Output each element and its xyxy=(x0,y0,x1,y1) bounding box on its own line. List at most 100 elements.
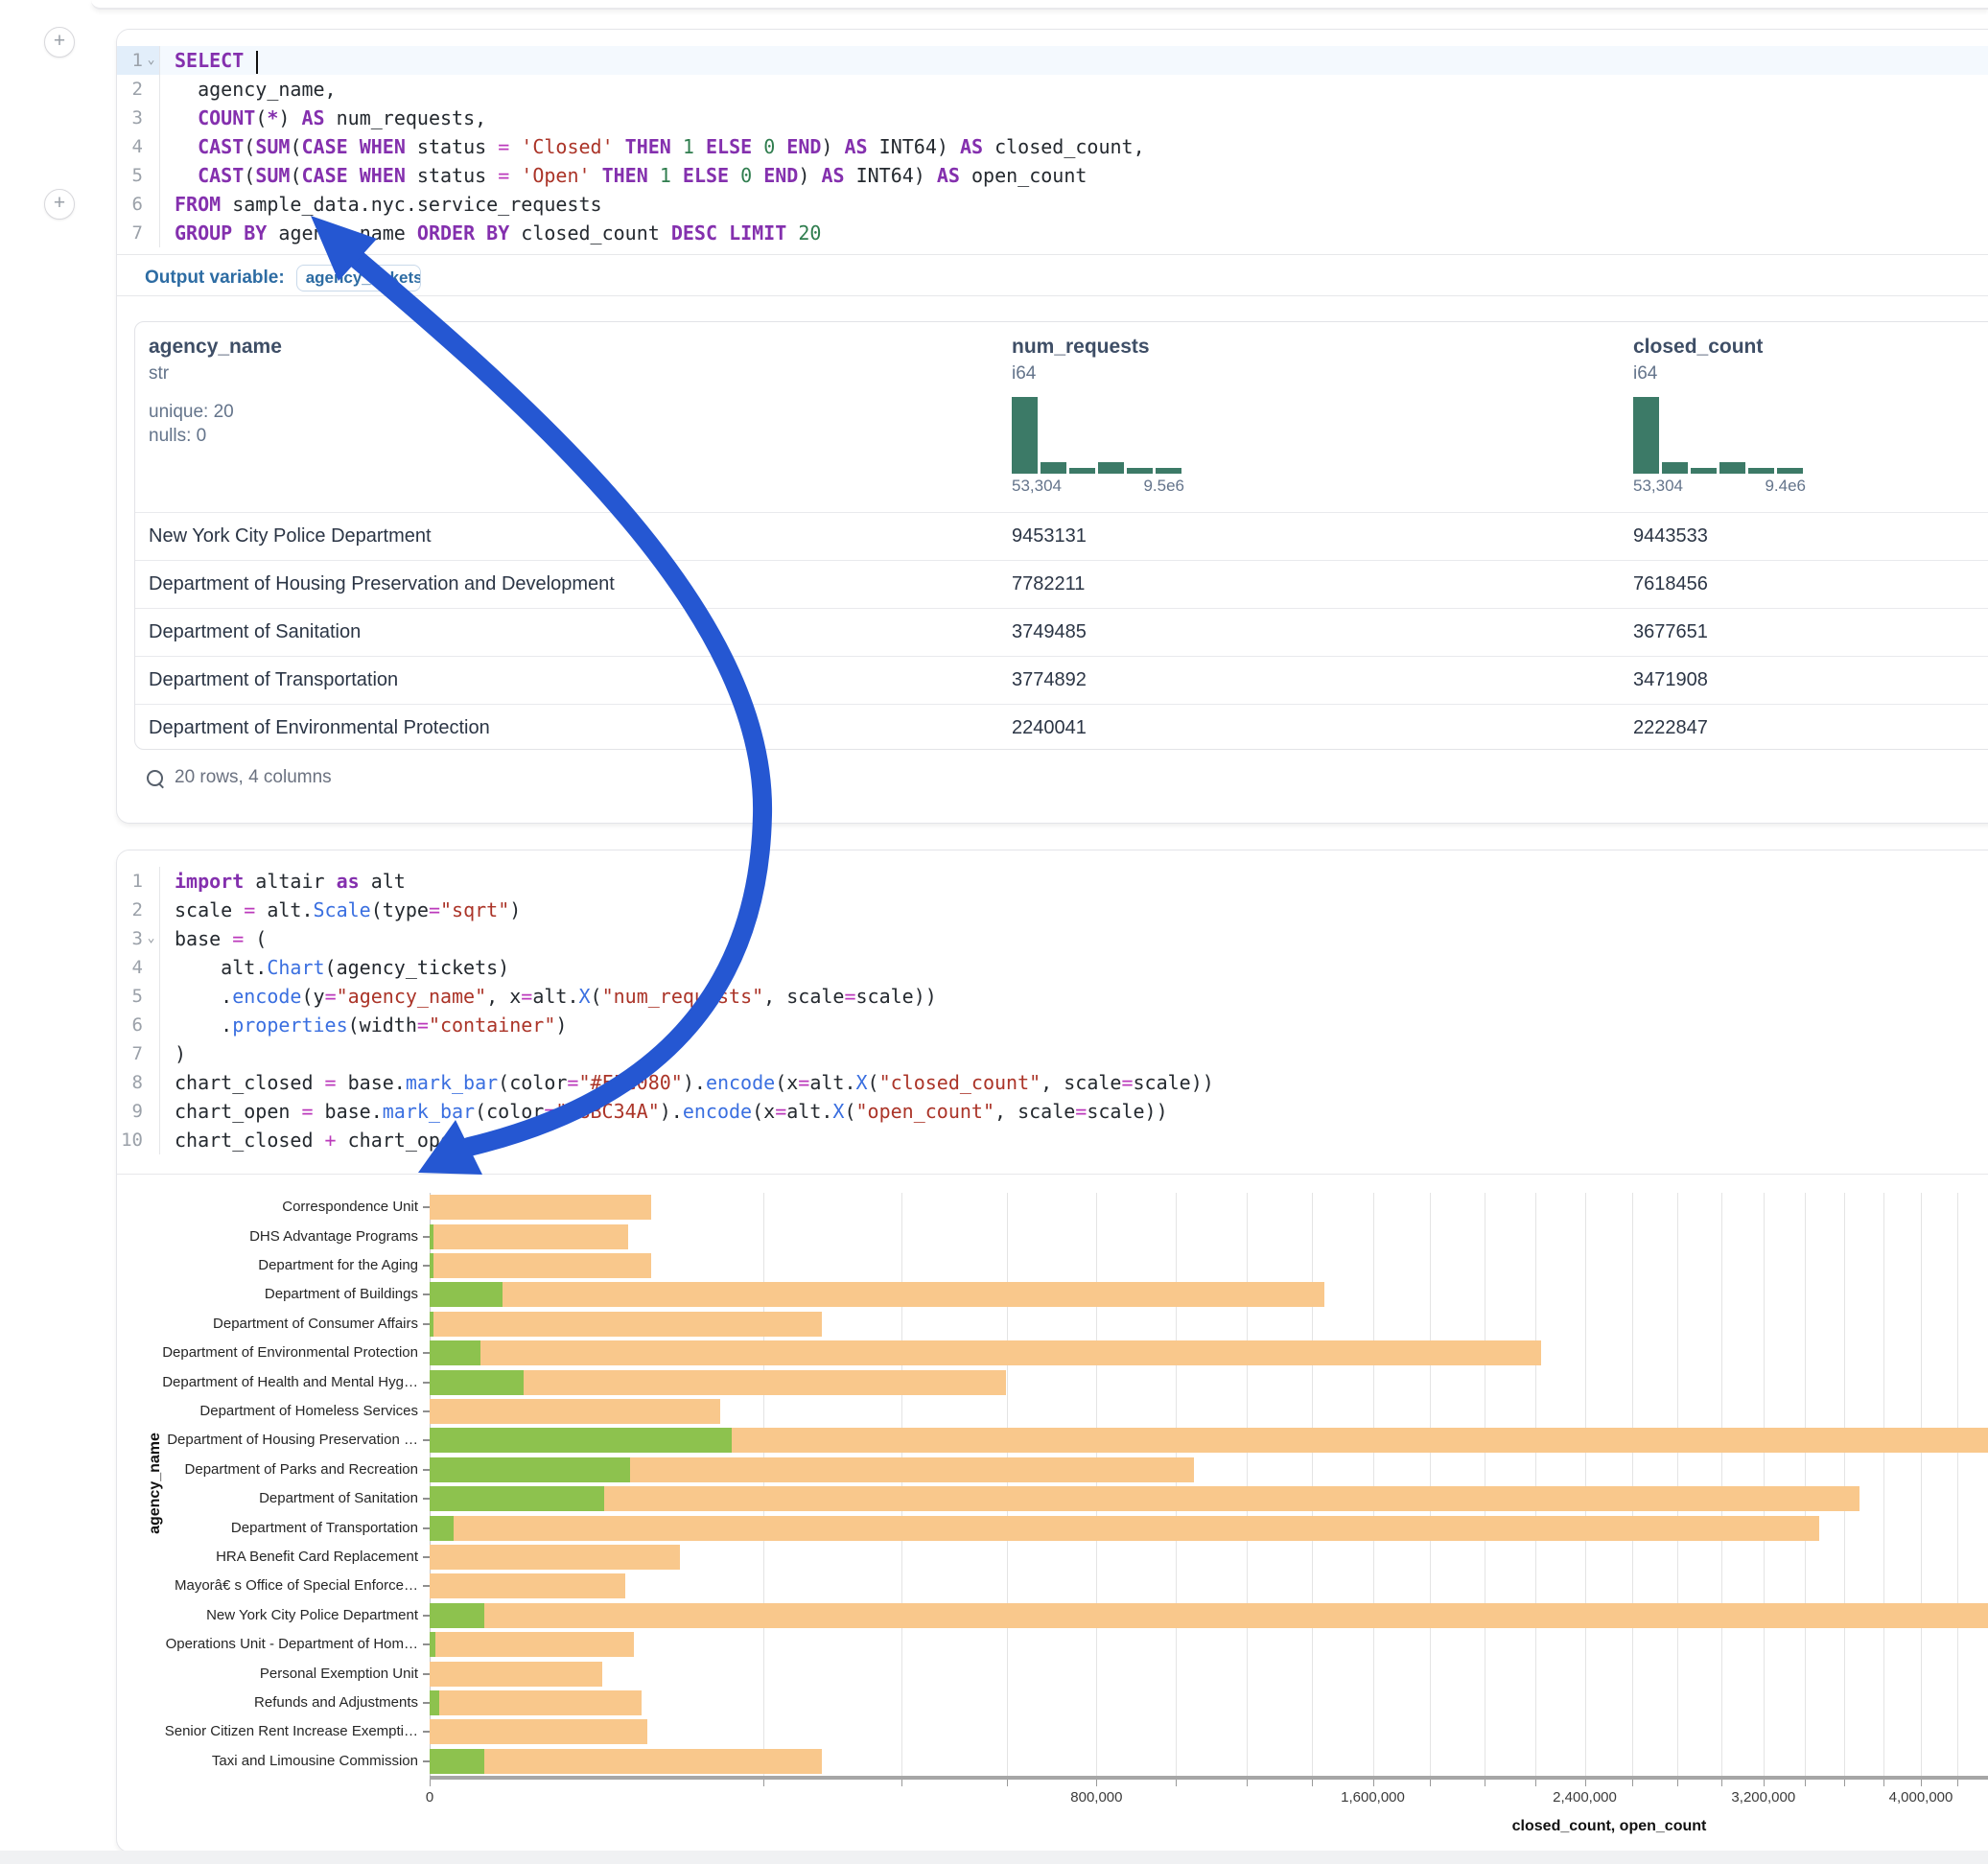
code-token: closed_count xyxy=(509,221,671,245)
bar-open[interactable] xyxy=(430,1603,484,1628)
bar-closed[interactable] xyxy=(430,1253,651,1278)
table-row[interactable]: Department of Housing Preservation and D… xyxy=(135,560,1988,608)
column-histogram xyxy=(1012,397,1184,474)
bar-open[interactable] xyxy=(430,1428,732,1453)
code-text: agency_name, xyxy=(160,75,337,104)
table-row[interactable]: Department of Environmental Protection22… xyxy=(135,704,1988,750)
code-line[interactable]: 5 CAST(SUM(CASE WHEN status = 'Open' THE… xyxy=(117,161,1988,190)
gridline xyxy=(1096,1193,1097,1776)
bar-closed[interactable] xyxy=(430,1340,1541,1365)
bar-open[interactable] xyxy=(430,1312,433,1337)
column-header-closed_count[interactable]: closed_counti6453,3049.4e6 xyxy=(1620,322,1988,512)
histogram-bar xyxy=(1069,468,1095,474)
sql-code-editor[interactable]: 1⌄SELECT 2 agency_name,3 COUNT(*) AS num… xyxy=(117,46,1988,247)
bar-closed[interactable] xyxy=(430,1486,1859,1511)
bar-open[interactable] xyxy=(430,1457,630,1482)
code-token: ( xyxy=(290,164,301,187)
add-cell-button[interactable]: + xyxy=(44,27,75,58)
table-row[interactable]: Department of Sanitation37494853677651 xyxy=(135,608,1988,656)
code-token: "#FFC080" xyxy=(578,1071,682,1094)
column-header-agency_name[interactable]: agency_namestrunique: 20nulls: 0 xyxy=(135,322,998,512)
table-row[interactable]: Department of Transportation377489234719… xyxy=(135,656,1988,704)
bar-closed[interactable] xyxy=(430,1603,1988,1628)
bar-closed[interactable] xyxy=(430,1224,628,1249)
code-token xyxy=(175,135,198,158)
code-token: BY xyxy=(486,221,509,245)
table-row[interactable]: New York City Police Department945313194… xyxy=(135,512,1988,560)
result-table: agency_namestrunique: 20nulls: 0num_requ… xyxy=(134,321,1988,750)
bar-open[interactable] xyxy=(430,1370,524,1395)
add-cell-button[interactable]: + xyxy=(44,189,75,220)
bar-closed[interactable] xyxy=(430,1632,634,1657)
x-axis-tick xyxy=(1096,1780,1097,1786)
fold-chevron-icon[interactable]: ⌄ xyxy=(143,924,159,953)
code-token: SUM xyxy=(255,164,290,187)
output-variable-pill[interactable]: agency_tickets xyxy=(296,265,421,291)
code-line[interactable]: 4 alt.Chart(agency_tickets) xyxy=(117,953,1988,982)
bar-closed[interactable] xyxy=(430,1312,822,1337)
code-token: scale xyxy=(175,898,244,921)
code-line[interactable]: 5 .encode(y="agency_name", x=alt.X("num_… xyxy=(117,982,1988,1011)
bar-closed[interactable] xyxy=(430,1719,647,1744)
bar-closed[interactable] xyxy=(430,1516,1819,1541)
code-token: agency_name xyxy=(267,221,417,245)
bar-closed[interactable] xyxy=(430,1545,680,1570)
code-token xyxy=(648,164,660,187)
y-axis-label: Department of Buildings xyxy=(117,1286,418,1303)
code-token xyxy=(694,135,706,158)
code-line[interactable]: 3⌄base = ( xyxy=(117,924,1988,953)
y-axis-tick xyxy=(423,1643,430,1645)
bar-closed[interactable] xyxy=(430,1573,625,1598)
bar-open[interactable] xyxy=(430,1632,435,1657)
code-line[interactable]: 1⌄SELECT xyxy=(117,46,1988,75)
code-token: (y xyxy=(301,985,324,1008)
gridline xyxy=(1632,1193,1633,1776)
search-icon[interactable] xyxy=(147,770,163,786)
bar-closed[interactable] xyxy=(430,1662,602,1687)
bar-open[interactable] xyxy=(430,1340,480,1365)
bar-open[interactable] xyxy=(430,1224,433,1249)
code-line[interactable]: 7) xyxy=(117,1039,1988,1068)
code-line[interactable]: 7GROUP BY agency_name ORDER BY closed_co… xyxy=(117,219,1988,247)
table-cell: 9453131 xyxy=(998,525,1620,548)
code-line[interactable]: 4 CAST(SUM(CASE WHEN status = 'Closed' T… xyxy=(117,132,1988,161)
y-axis-label: Department of Environmental Protection xyxy=(117,1344,418,1362)
x-axis-tick xyxy=(1373,1780,1374,1786)
python-cell: 1import altair as alt2scale = alt.Scale(… xyxy=(116,850,1988,1852)
bar-open[interactable] xyxy=(430,1486,604,1511)
bar-open[interactable] xyxy=(430,1516,454,1541)
histogram-range-labels: 53,3049.5e6 xyxy=(1012,477,1184,496)
histogram-max-label: 9.5e6 xyxy=(1143,477,1184,496)
bar-open[interactable] xyxy=(430,1282,503,1307)
bar-closed[interactable] xyxy=(430,1749,822,1774)
code-token: ELSE xyxy=(706,135,752,158)
line-number: 7 xyxy=(132,1039,143,1068)
code-line[interactable]: 2scale = alt.Scale(type="sqrt") xyxy=(117,896,1988,924)
code-line[interactable]: 10chart_closed + chart_open xyxy=(117,1126,1988,1154)
column-header-num_requests[interactable]: num_requestsi6453,3049.5e6 xyxy=(998,322,1620,512)
bar-closed[interactable] xyxy=(430,1195,651,1220)
code-line[interactable]: 2 agency_name, xyxy=(117,75,1988,104)
code-token xyxy=(175,106,198,129)
code-line[interactable]: 6FROM sample_data.nyc.service_requests xyxy=(117,190,1988,219)
bar-chart: Correspondence UnitDHS Advantage Program… xyxy=(117,1182,1988,1852)
bar-open[interactable] xyxy=(430,1253,433,1278)
bar-open[interactable] xyxy=(430,1749,484,1774)
table-cell: Department of Housing Preservation and D… xyxy=(135,573,998,595)
python-code-editor[interactable]: 1import altair as alt2scale = alt.Scale(… xyxy=(117,867,1988,1154)
x-axis-tick xyxy=(1805,1780,1806,1786)
x-axis-line xyxy=(430,1776,1988,1780)
code-token: = xyxy=(798,1071,809,1094)
code-token: closed_count, xyxy=(983,135,1145,158)
fold-chevron-icon[interactable]: ⌄ xyxy=(143,46,159,75)
code-line[interactable]: 8chart_closed = base.mark_bar(color="#FF… xyxy=(117,1068,1988,1097)
code-line[interactable]: 6 .properties(width="container") xyxy=(117,1011,1988,1039)
bar-closed[interactable] xyxy=(430,1399,720,1424)
code-line[interactable]: 3 COUNT(*) AS num_requests, xyxy=(117,104,1988,132)
code-line[interactable]: 1import altair as alt xyxy=(117,867,1988,896)
bar-closed[interactable] xyxy=(430,1690,642,1715)
bar-open[interactable] xyxy=(430,1690,439,1715)
bar-closed[interactable] xyxy=(430,1282,1324,1307)
code-line[interactable]: 9chart_open = base.mark_bar(color="#8BC3… xyxy=(117,1097,1988,1126)
column-name: agency_name xyxy=(149,336,998,359)
